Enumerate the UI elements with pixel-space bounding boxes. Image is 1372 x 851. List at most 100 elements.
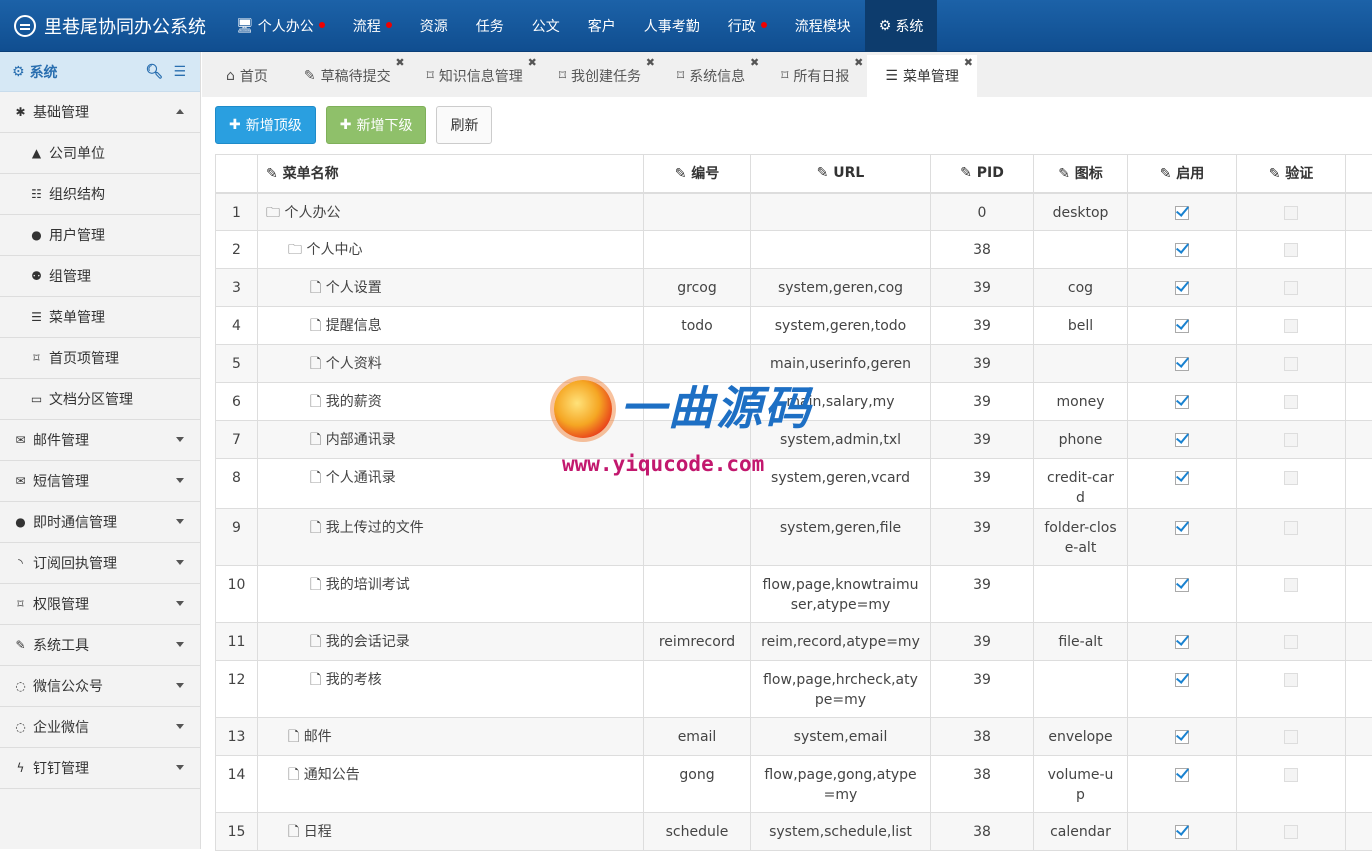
close-icon[interactable]: ✖ [395, 56, 404, 69]
url-cell[interactable]: system,geren,file [751, 509, 931, 566]
table-row[interactable]: 14🗋 通知公告gongflow,page,gong,atype=my38vol… [216, 756, 1372, 813]
pid-cell[interactable]: 39 [931, 459, 1034, 509]
menu-name-cell[interactable]: 🗋 提醒信息 [258, 307, 644, 345]
column-header-3[interactable]: ✎ URL [751, 155, 931, 193]
table-row[interactable]: 7🗋 内部通讯录system,admin,txl39phone [216, 421, 1372, 459]
close-icon[interactable]: ✖ [528, 56, 537, 69]
table-row[interactable]: 4🗋 提醒信息todosystem,geren,todo39bell [216, 307, 1372, 345]
refresh-button[interactable]: 刷新 [436, 106, 492, 144]
enabled-checkbox[interactable] [1175, 319, 1189, 333]
verify-checkbox[interactable] [1284, 578, 1298, 592]
verify-checkbox[interactable] [1284, 471, 1298, 485]
table-row[interactable]: 5🗋 个人资料main,userinfo,geren39 [216, 345, 1372, 383]
table-row[interactable]: 15🗋 日程schedulesystem,schedule,list38cale… [216, 813, 1372, 851]
column-header-6[interactable]: ✎ 启用 [1128, 155, 1237, 193]
url-cell[interactable]: flow,page,gong,atype=my [751, 756, 931, 813]
sidebar-item-1-6[interactable]: ⌑首页项管理 [0, 338, 200, 379]
verify-checkbox[interactable] [1284, 281, 1298, 295]
code-cell[interactable]: gong [644, 756, 751, 813]
icon-cell[interactable] [1034, 566, 1128, 623]
tab-3[interactable]: ⌑知识信息管理✖ [409, 55, 541, 97]
code-cell[interactable] [644, 566, 751, 623]
table-row[interactable]: 2🗀 个人中心38 [216, 231, 1372, 269]
table-row[interactable]: 9🗋 我上传过的文件system,geren,file39folder-clos… [216, 509, 1372, 566]
icon-cell[interactable]: file-alt [1034, 623, 1128, 661]
topnav-item-1[interactable]: 🖥个人办公 [222, 0, 339, 52]
verify-checkbox[interactable] [1284, 243, 1298, 257]
menu-name-cell[interactable]: 🗀 个人办公 [258, 193, 644, 231]
verify-checkbox[interactable] [1284, 673, 1298, 687]
url-cell[interactable]: system,schedule,list [751, 813, 931, 851]
sidebar-group-6[interactable]: ⌑权限管理 [0, 584, 200, 625]
verify-checkbox[interactable] [1284, 319, 1298, 333]
enabled-checkbox[interactable] [1175, 395, 1189, 409]
pid-cell[interactable]: 39 [931, 345, 1034, 383]
menu-name-cell[interactable]: 🗀 个人中心 [258, 231, 644, 269]
enabled-checkbox[interactable] [1175, 578, 1189, 592]
url-cell[interactable]: system,geren,cog [751, 269, 931, 307]
tab-7[interactable]: ☰菜单管理✖ [867, 55, 977, 97]
verify-checkbox[interactable] [1284, 521, 1298, 535]
table-row[interactable]: 12🗋 我的考核flow,page,hrcheck,atype=my39 [216, 661, 1372, 718]
code-cell[interactable] [644, 661, 751, 718]
table-row[interactable]: 10🗋 我的培训考试flow,page,knowtraimuser,atype=… [216, 566, 1372, 623]
code-cell[interactable] [644, 345, 751, 383]
menu-name-cell[interactable]: 🗋 我上传过的文件 [258, 509, 644, 566]
code-cell[interactable]: reimrecord [644, 623, 751, 661]
menu-name-cell[interactable]: 🗋 我的会话记录 [258, 623, 644, 661]
enabled-checkbox[interactable] [1175, 825, 1189, 839]
verify-checkbox[interactable] [1284, 825, 1298, 839]
topnav-item-5[interactable]: 公文 [518, 0, 574, 52]
tab-4[interactable]: ⌑我创建任务✖ [541, 55, 659, 97]
menu-name-cell[interactable]: 🗋 我的培训考试 [258, 566, 644, 623]
url-cell[interactable] [751, 193, 931, 231]
table-row[interactable]: 8🗋 个人通讯录system,geren,vcard39credit-card [216, 459, 1372, 509]
icon-cell[interactable]: money [1034, 383, 1128, 421]
pid-cell[interactable]: 39 [931, 421, 1034, 459]
code-cell[interactable]: todo [644, 307, 751, 345]
verify-checkbox[interactable] [1284, 206, 1298, 220]
url-cell[interactable]: main,userinfo,geren [751, 345, 931, 383]
menu-name-cell[interactable]: 🗋 个人通讯录 [258, 459, 644, 509]
icon-cell[interactable] [1034, 661, 1128, 718]
code-cell[interactable] [644, 421, 751, 459]
sidebar-item-1-7[interactable]: ▭文档分区管理 [0, 379, 200, 420]
pid-cell[interactable]: 38 [931, 813, 1034, 851]
topnav-item-6[interactable]: 客户 [574, 0, 630, 52]
menu-name-cell[interactable]: 🗋 我的考核 [258, 661, 644, 718]
pid-cell[interactable]: 38 [931, 756, 1034, 813]
menu-toggle-icon[interactable]: ☰ [173, 64, 186, 80]
code-cell[interactable] [644, 383, 751, 421]
url-cell[interactable]: system,geren,todo [751, 307, 931, 345]
verify-checkbox[interactable] [1284, 768, 1298, 782]
table-row[interactable]: 11🗋 我的会话记录reimrecordreim,record,atype=my… [216, 623, 1372, 661]
pid-cell[interactable]: 38 [931, 231, 1034, 269]
tab-5[interactable]: ⌑系统信息✖ [659, 55, 763, 97]
icon-cell[interactable] [1034, 231, 1128, 269]
close-icon[interactable]: ✖ [854, 56, 863, 69]
sidebar-item-1-4[interactable]: ⚉组管理 [0, 256, 200, 297]
sidebar-item-1-3[interactable]: ●用户管理 [0, 215, 200, 256]
code-cell[interactable]: schedule [644, 813, 751, 851]
close-icon[interactable]: ✖ [750, 56, 759, 69]
pid-cell[interactable]: 39 [931, 383, 1034, 421]
pid-cell[interactable]: 0 [931, 193, 1034, 231]
close-icon[interactable]: ✖ [964, 56, 973, 69]
icon-cell[interactable]: bell [1034, 307, 1128, 345]
column-header-2[interactable]: ✎ 编号 [644, 155, 751, 193]
enabled-checkbox[interactable] [1175, 730, 1189, 744]
table-row[interactable]: 6🗋 我的薪资main,salary,my39money [216, 383, 1372, 421]
code-cell[interactable] [644, 509, 751, 566]
verify-checkbox[interactable] [1284, 395, 1298, 409]
table-row[interactable]: 3🗋 个人设置grcogsystem,geren,cog39cog [216, 269, 1372, 307]
topnav-item-10[interactable]: ⚙系统 [865, 0, 938, 52]
pid-cell[interactable]: 39 [931, 269, 1034, 307]
code-cell[interactable]: grcog [644, 269, 751, 307]
icon-cell[interactable]: calendar [1034, 813, 1128, 851]
topnav-item-8[interactable]: 行政 [714, 0, 781, 52]
tab-1[interactable]: ⌂首页 [208, 55, 286, 97]
add-top-level-button[interactable]: ✚ 新增顶级 [215, 106, 316, 144]
menu-name-cell[interactable]: 🗋 我的薪资 [258, 383, 644, 421]
sidebar-group-4[interactable]: ●即时通信管理 [0, 502, 200, 543]
sidebar-group-8[interactable]: ◌微信公众号 [0, 666, 200, 707]
